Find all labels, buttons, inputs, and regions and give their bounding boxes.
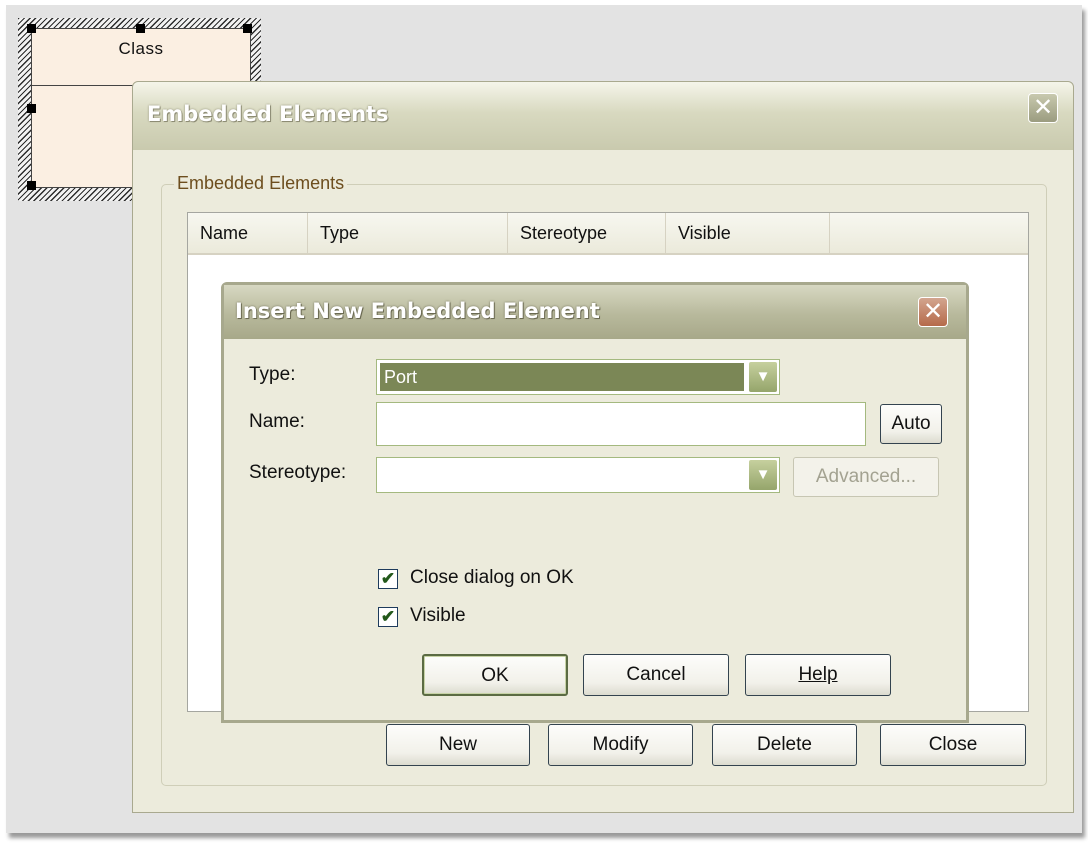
name-label: Name: xyxy=(249,411,305,432)
name-field[interactable] xyxy=(376,402,866,446)
close-dialog-on-ok-label[interactable]: Close dialog on OK xyxy=(410,567,574,589)
modify-button[interactable]: Modify xyxy=(548,724,693,766)
column-header-name[interactable]: Name xyxy=(188,213,308,253)
insert-embedded-element-dialog: Insert New Embedded Element ✕ Type: Port… xyxy=(221,282,969,723)
close-dialog-on-ok-checkbox[interactable]: ✔ xyxy=(378,569,398,589)
type-selected-value: Port xyxy=(380,363,744,391)
column-header-type[interactable]: Type xyxy=(308,213,508,253)
type-select[interactable]: Port ▼ xyxy=(376,359,780,395)
resize-handle-top[interactable] xyxy=(136,24,145,33)
chevron-down-icon[interactable]: ▼ xyxy=(749,362,777,392)
dialog-title-bar[interactable]: Insert New Embedded Element ✕ xyxy=(224,285,966,339)
visible-label[interactable]: Visible xyxy=(410,605,466,627)
column-header-stereotype[interactable]: Stereotype xyxy=(508,213,666,253)
group-label: Embedded Elements xyxy=(174,173,348,194)
column-header-visible[interactable]: Visible xyxy=(666,213,830,253)
resize-handle-top-right[interactable] xyxy=(243,24,252,33)
dialog-title-bar[interactable]: Embedded Elements ✕ xyxy=(133,82,1073,150)
class-name: Class xyxy=(118,39,164,58)
help-button[interactable]: Help xyxy=(745,654,891,696)
cancel-button[interactable]: Cancel xyxy=(583,654,729,696)
visible-checkbox[interactable]: ✔ xyxy=(378,607,398,627)
resize-handle-top-left[interactable] xyxy=(27,24,36,33)
chevron-down-icon[interactable]: ▼ xyxy=(749,460,777,490)
close-icon[interactable]: ✕ xyxy=(918,297,948,327)
close-button[interactable]: Close xyxy=(880,724,1026,766)
close-icon[interactable]: ✕ xyxy=(1028,93,1058,123)
new-button[interactable]: New xyxy=(386,724,530,766)
stereotype-select[interactable]: ▼ xyxy=(376,457,780,493)
list-header: Name Type Stereotype Visible xyxy=(188,213,1028,255)
resize-handle-left[interactable] xyxy=(27,104,36,113)
dialog-title: Insert New Embedded Element xyxy=(235,299,600,323)
auto-button[interactable]: Auto xyxy=(880,404,942,444)
stereotype-label: Stereotype: xyxy=(249,462,347,483)
dialog-title: Embedded Elements xyxy=(147,102,389,126)
resize-handle-bottom-left[interactable] xyxy=(27,181,36,190)
ok-button[interactable]: OK xyxy=(422,654,568,696)
delete-button[interactable]: Delete xyxy=(712,724,857,766)
advanced-button: Advanced... xyxy=(793,457,939,497)
type-label: Type: xyxy=(249,364,296,385)
